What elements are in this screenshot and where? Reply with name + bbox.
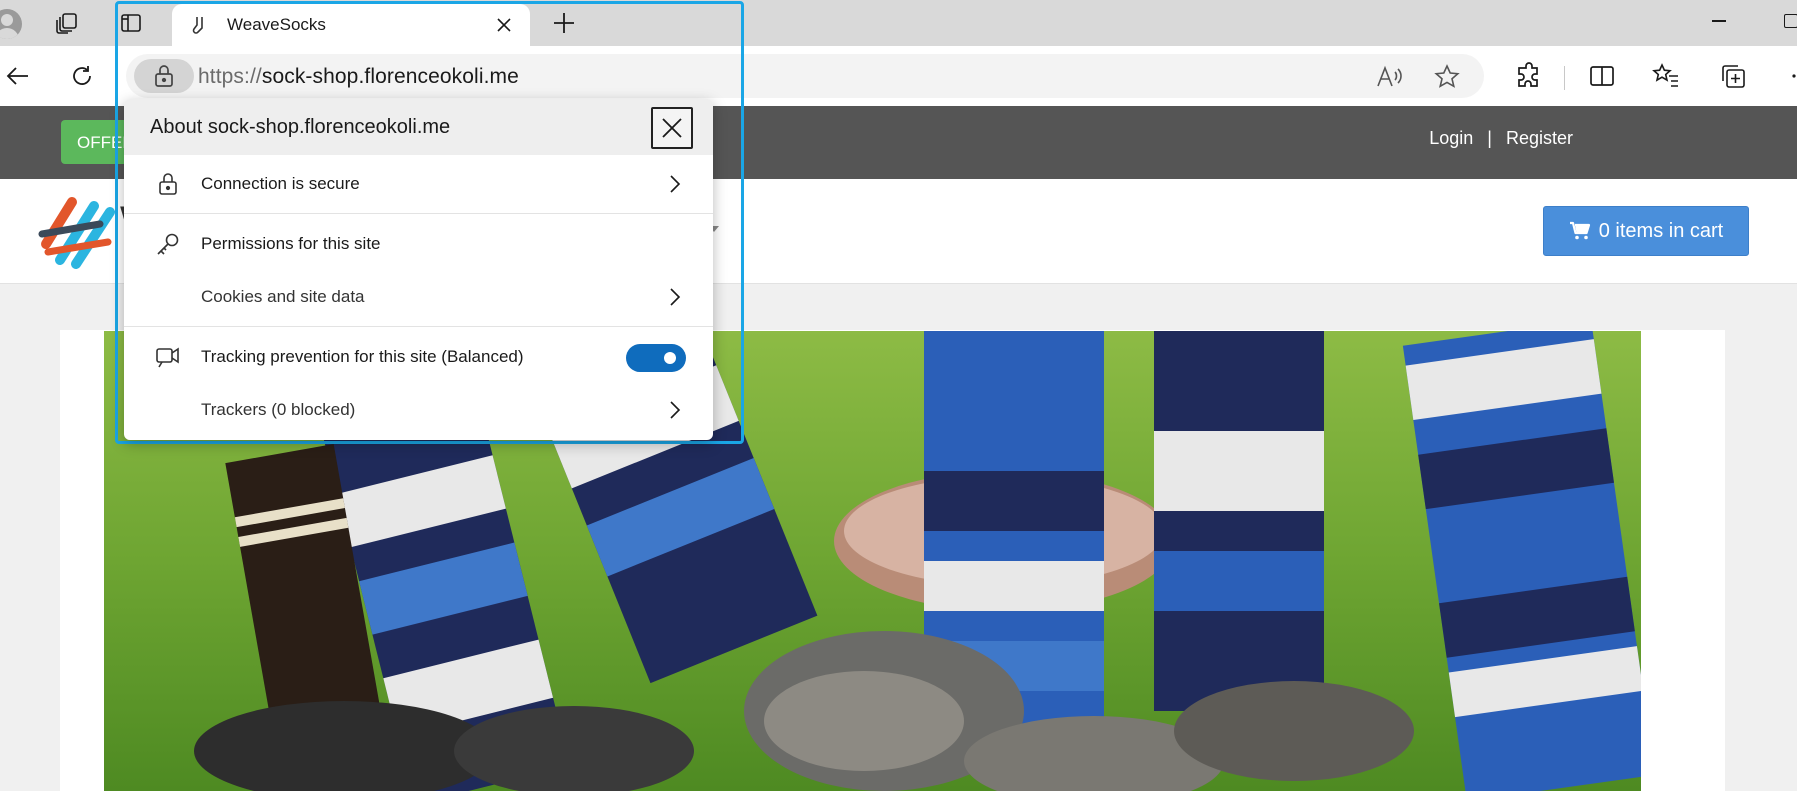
weavesocks-logo[interactable] xyxy=(38,194,118,269)
divider xyxy=(124,213,713,214)
url-host: sock-shop.florenceokoli.me xyxy=(261,65,519,88)
tab-strip: WeaveSocks xyxy=(0,0,1797,46)
url-text[interactable]: https://sock-shop.florenceokoli.me xyxy=(198,65,519,89)
flyout-header: About sock-shop.florenceokoli.me xyxy=(124,99,713,155)
permissions-row: Permissions for this site xyxy=(124,216,713,272)
site-info-flyout: About sock-shop.florenceokoli.me Connect… xyxy=(124,99,713,440)
close-icon[interactable] xyxy=(494,15,514,35)
extensions-icon[interactable] xyxy=(1513,60,1545,92)
maximize-icon[interactable] xyxy=(1784,14,1797,28)
chevron-right-icon xyxy=(670,288,681,306)
back-icon[interactable] xyxy=(2,60,34,92)
divider xyxy=(124,326,713,327)
tracking-prevention-row: Tracking prevention for this site (Balan… xyxy=(124,329,713,385)
cookies-row[interactable]: Cookies and site data xyxy=(124,269,713,325)
flyout-title: About sock-shop.florenceokoli.me xyxy=(150,116,451,138)
auth-links: Login | Register xyxy=(1429,128,1573,149)
tracking-eye-icon xyxy=(154,343,182,371)
split-screen-icon[interactable] xyxy=(1586,60,1618,92)
profile-icon[interactable] xyxy=(0,9,22,39)
site-info-button[interactable] xyxy=(134,59,194,93)
chevron-right-icon xyxy=(670,401,681,419)
auth-separator: | xyxy=(1487,128,1492,148)
favorites-icon[interactable] xyxy=(1650,60,1682,92)
chevron-right-icon xyxy=(670,175,681,193)
favorite-star-icon[interactable] xyxy=(1432,62,1462,92)
toolbar-divider xyxy=(1564,66,1565,90)
minimize-icon[interactable] xyxy=(1712,20,1726,22)
new-tab-icon[interactable] xyxy=(551,10,577,36)
sock-favicon xyxy=(192,17,203,34)
browser-toolbar: https://sock-shop.florenceokoli.me xyxy=(0,46,1797,106)
cart-label: 0 items in cart xyxy=(1598,219,1724,242)
register-link[interactable]: Register xyxy=(1506,128,1573,149)
tracking-label: Tracking prevention for this site (Balan… xyxy=(201,347,524,366)
connection-label: Connection is secure xyxy=(201,174,360,193)
permissions-label: Permissions for this site xyxy=(201,234,381,253)
connection-secure-row[interactable]: Connection is secure xyxy=(124,156,713,212)
read-aloud-icon[interactable] xyxy=(1374,62,1404,92)
trackers-row[interactable]: Trackers (0 blocked) xyxy=(124,382,713,438)
refresh-icon[interactable] xyxy=(66,60,98,92)
cookies-label: Cookies and site data xyxy=(201,287,365,306)
cart-button[interactable]: 0 items in cart xyxy=(1543,206,1749,256)
url-protocol: https:// xyxy=(198,65,262,88)
lock-icon xyxy=(155,65,173,87)
close-icon xyxy=(662,118,682,138)
workspaces-icon[interactable] xyxy=(54,10,80,36)
tracking-toggle[interactable] xyxy=(626,344,686,372)
login-link[interactable]: Login xyxy=(1429,128,1473,149)
collections-icon[interactable] xyxy=(1717,60,1749,92)
key-icon xyxy=(154,230,182,258)
lock-icon xyxy=(154,170,182,198)
vertical-tabs-icon[interactable] xyxy=(118,10,144,36)
browser-tab[interactable]: WeaveSocks xyxy=(172,4,530,46)
flyout-close-button[interactable] xyxy=(651,107,693,149)
cart-icon xyxy=(1569,221,1590,240)
tab-title: WeaveSocks xyxy=(227,15,326,34)
address-bar[interactable]: https://sock-shop.florenceokoli.me xyxy=(126,54,1484,98)
more-icon[interactable] xyxy=(1776,60,1797,92)
trackers-label: Trackers (0 blocked) xyxy=(201,400,356,419)
